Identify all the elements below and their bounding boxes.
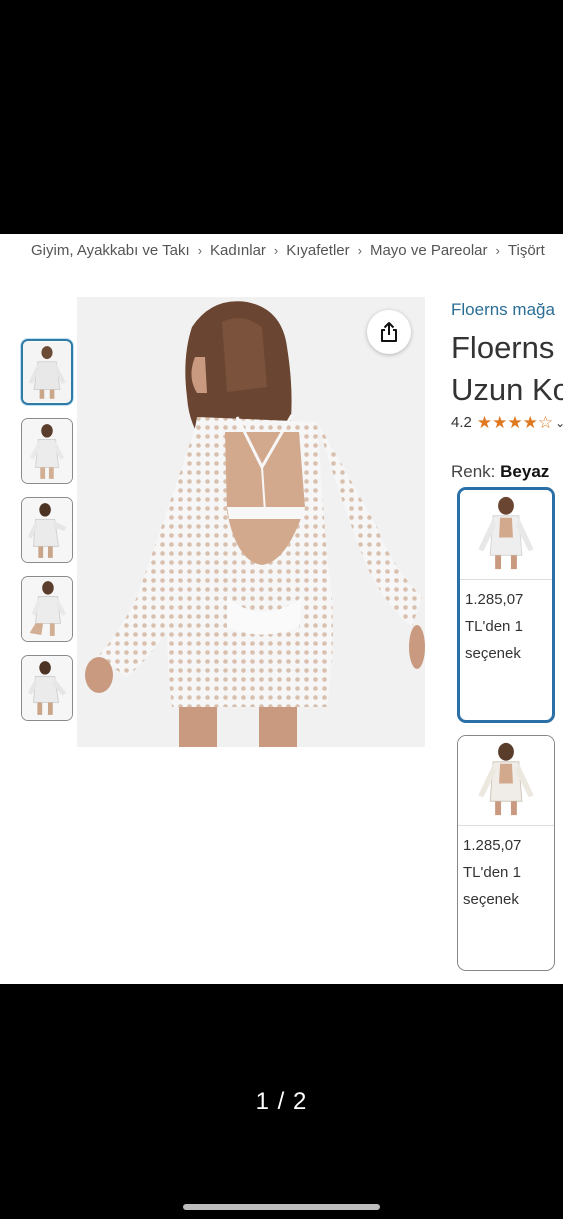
variant-price-line: seçenek (465, 645, 521, 662)
thumbnail-1[interactable] (21, 339, 73, 405)
chevron-right-icon: › (273, 243, 279, 258)
share-icon (381, 322, 397, 342)
chevron-down-icon: ⌄ (555, 415, 563, 430)
variant-thumbnail-image (460, 490, 552, 579)
star-icon: ★ (507, 413, 523, 432)
chevron-right-icon: › (495, 243, 500, 258)
thumbnail-2[interactable] (21, 418, 73, 484)
product-thumbnail-image (22, 419, 72, 483)
variant-price: 1.285,07 TL'den 1 seçenek (460, 580, 552, 667)
product-thumbnail-image (22, 498, 72, 562)
rating-stars: ★ ★ ★ ★ ☆ (477, 414, 553, 431)
variant-thumbnail-image (460, 736, 552, 825)
main-product-image[interactable] (77, 297, 425, 747)
chevron-right-icon: › (357, 243, 362, 258)
breadcrumb-item[interactable]: Kadınlar (210, 242, 266, 259)
breadcrumb: Giyim, Ayakkabı ve Takı › Kadınlar › Kıy… (31, 242, 545, 259)
star-icon: ★ (476, 413, 493, 432)
thumbnail-4[interactable] (21, 576, 73, 642)
product-title: Floerns Uzun Ko (451, 327, 563, 411)
product-page: Giyim, Ayakkabı ve Takı › Kadınlar › Kıy… (0, 234, 563, 984)
product-title-line: Uzun Ko (451, 372, 563, 407)
product-title-line: Floerns (451, 330, 555, 365)
breadcrumb-item[interactable]: Mayo ve Pareolar (370, 242, 488, 259)
store-link[interactable]: Floerns mağa (451, 300, 555, 320)
rating-value: 4.2 (451, 414, 472, 431)
color-value: Beyaz (500, 462, 550, 481)
thumbnail-3[interactable] (21, 497, 73, 563)
variant-price-line: 1.285,07 (463, 837, 522, 854)
star-empty-icon: ☆ (537, 413, 554, 432)
product-thumbnail-image (23, 341, 71, 403)
variant-price: 1.285,07 TL'den 1 seçenek (458, 826, 554, 913)
breadcrumb-item[interactable]: Tişört (508, 242, 545, 259)
variant-image (460, 490, 552, 580)
breadcrumb-item[interactable]: Kıyafetler (286, 242, 349, 259)
star-icon: ★ (492, 413, 508, 432)
star-icon: ★ (522, 413, 538, 432)
rating[interactable]: 4.2 ★ ★ ★ ★ ☆ ⌄ (451, 414, 563, 431)
thumbnail-list (21, 339, 73, 734)
variant-price-line: TL'den 1 (465, 618, 523, 635)
home-indicator[interactable] (183, 1204, 380, 1210)
variant-price-line: seçenek (463, 891, 519, 908)
product-photo (77, 297, 425, 747)
image-counter: 1 / 2 (255, 1088, 308, 1115)
product-thumbnail-image (22, 656, 72, 720)
variant-price-line: 1.285,07 (465, 591, 524, 608)
variant-image (458, 736, 554, 826)
color-variant-option[interactable]: 1.285,07 TL'den 1 seçenek (457, 487, 555, 723)
color-selector-label: Renk: Beyaz (451, 462, 549, 482)
chevron-right-icon: › (197, 243, 203, 258)
share-button[interactable] (367, 310, 411, 354)
variant-price-line: TL'den 1 (463, 864, 521, 881)
thumbnail-5[interactable] (21, 655, 73, 721)
color-variant-option[interactable]: 1.285,07 TL'den 1 seçenek (457, 735, 555, 971)
color-label-prefix: Renk: (451, 462, 501, 481)
product-thumbnail-image (22, 577, 72, 641)
breadcrumb-item[interactable]: Giyim, Ayakkabı ve Takı (31, 242, 190, 259)
